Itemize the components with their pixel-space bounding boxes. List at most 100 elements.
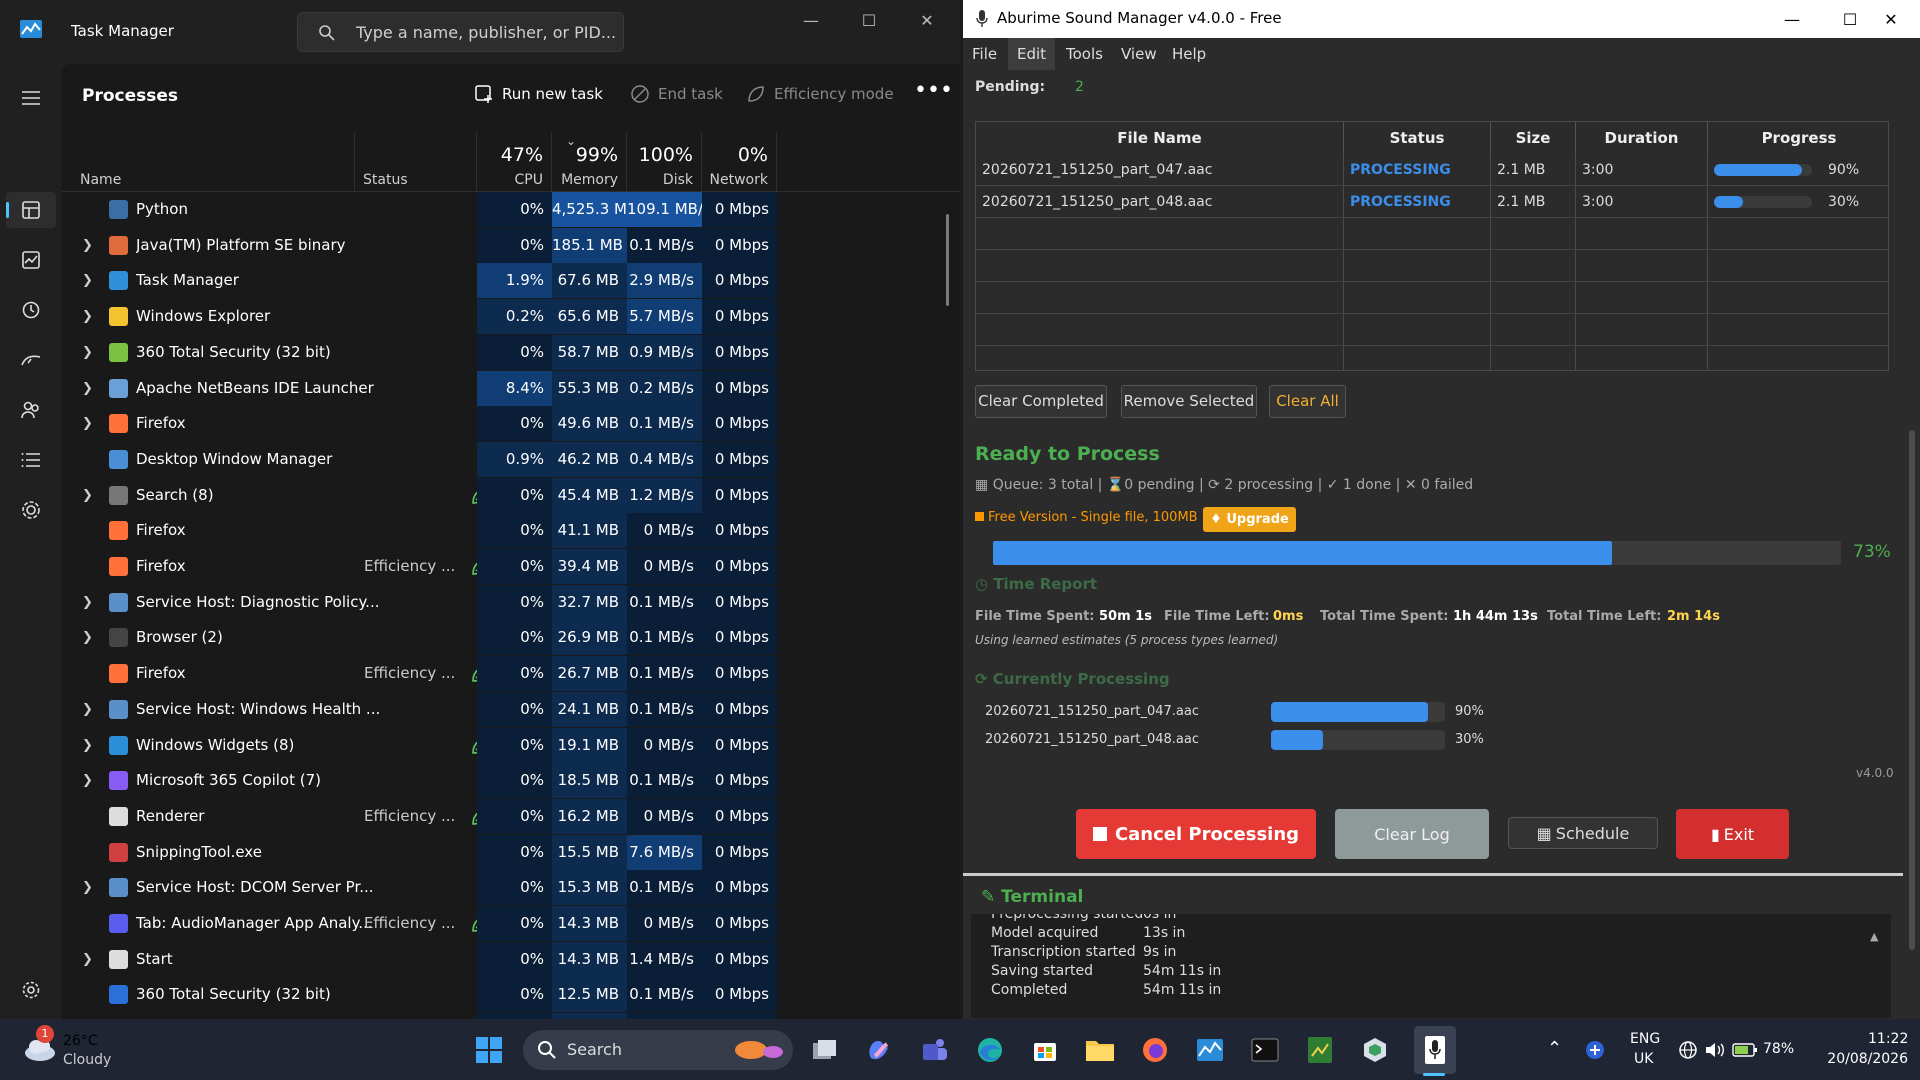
- process-row[interactable]: Renderer Efficiency ... 0% 16.2 MB 0 MB/s 0 M…: [62, 798, 942, 834]
- empty-cell[interactable]: [976, 250, 1344, 282]
- teams-icon[interactable]: [918, 1033, 952, 1067]
- processes-nav-icon[interactable]: [17, 196, 45, 224]
- th-progress[interactable]: Progress: [1708, 122, 1888, 154]
- hamburger-menu-icon[interactable]: [17, 84, 45, 112]
- task-view-icon[interactable]: [808, 1033, 842, 1067]
- more-options-button[interactable]: •••: [914, 78, 953, 103]
- clear-completed-button[interactable]: Clear Completed: [975, 385, 1107, 418]
- empty-cell[interactable]: [1491, 218, 1576, 250]
- process-row[interactable]: ❯ Firefox 0% 49.6 MB 0.1 MB/s 0 Mbps: [62, 406, 942, 442]
- empty-cell[interactable]: [976, 218, 1344, 250]
- tm-scrollbar[interactable]: [946, 214, 949, 306]
- expand-chevron-icon[interactable]: ❯: [82, 942, 96, 977]
- process-row[interactable]: ❯ Service Host: Windows Health ... 0% 24.1 …: [62, 691, 942, 727]
- col-network-header[interactable]: 0% Network: [702, 132, 777, 192]
- empty-cell[interactable]: [1576, 282, 1708, 314]
- empty-cell[interactable]: [1344, 346, 1491, 370]
- services-nav-icon[interactable]: [17, 496, 45, 524]
- process-row[interactable]: ❯ Browser (2) 0% 26.9 MB 0.1 MB/s 0 Mbps: [62, 620, 942, 656]
- process-row[interactable]: Python0%4,525.3 MB109.1 MB/s0 Mbps: [62, 192, 942, 227]
- tm-maximize-button[interactable]: ☐: [840, 0, 898, 40]
- cell-duration[interactable]: 3:00: [1576, 154, 1708, 186]
- expand-chevron-icon[interactable]: ❯: [82, 263, 96, 298]
- battery-percent[interactable]: 78%: [1763, 1041, 1794, 1057]
- clear-all-button[interactable]: Clear All: [1269, 385, 1346, 418]
- clock-date[interactable]: 20/08/2026: [1818, 1051, 1908, 1067]
- process-row[interactable]: Firefox Efficiency ... 0% 39.4 MB 0 MB/s 0 Mb…: [62, 549, 942, 584]
- tm-close-button[interactable]: ✕: [898, 0, 956, 40]
- end-task-button[interactable]: End task: [630, 84, 723, 104]
- empty-cell[interactable]: [1344, 314, 1491, 346]
- expand-chevron-icon[interactable]: ❯: [82, 692, 96, 727]
- process-row[interactable]: ❯ Search (8) 0% 45.4 MB 1.2 MB/s 0 Mbps: [62, 477, 942, 513]
- security-taskbar-icon[interactable]: [1358, 1033, 1392, 1067]
- clock-time[interactable]: 11:22: [1868, 1031, 1908, 1047]
- cell-status[interactable]: PROCESSING: [1344, 154, 1491, 186]
- startup-apps-nav-icon[interactable]: [17, 346, 45, 374]
- run-new-task-button[interactable]: Run new task: [474, 84, 603, 104]
- expand-chevron-icon[interactable]: ❯: [82, 406, 96, 441]
- cell-file-name[interactable]: 20260721_151250_part_047.aac: [976, 154, 1344, 186]
- language-region[interactable]: UK: [1634, 1051, 1653, 1067]
- expand-chevron-icon[interactable]: ❯: [82, 870, 96, 905]
- upgrade-button[interactable]: ♦ Upgrade: [1203, 507, 1296, 532]
- cell-file-name[interactable]: 20260721_151250_part_048.aac: [976, 186, 1344, 218]
- col-cpu-header[interactable]: 47% CPU: [477, 132, 552, 192]
- performance-nav-icon[interactable]: [17, 246, 45, 274]
- th-file-name[interactable]: File Name: [976, 122, 1344, 154]
- expand-chevron-icon[interactable]: ❯: [82, 478, 96, 513]
- empty-cell[interactable]: [1491, 282, 1576, 314]
- empty-cell[interactable]: [1708, 282, 1888, 314]
- process-row[interactable]: ❯ Service Host: Diagnostic Policy... 0% 32.…: [62, 584, 942, 620]
- empty-cell[interactable]: [1576, 314, 1708, 346]
- cell-progress[interactable]: 30%: [1708, 186, 1888, 218]
- start-windows-icon[interactable]: [472, 1033, 506, 1067]
- weather-temp[interactable]: 26°C: [63, 1033, 98, 1049]
- process-row[interactable]: 360 Total Security (32 bit) 0% 12.5 MB 0.1 …: [62, 977, 942, 1013]
- tm-titlebar[interactable]: Task Manager Type a name, publisher, or …: [0, 0, 960, 64]
- th-status[interactable]: Status: [1344, 122, 1491, 154]
- users-nav-icon[interactable]: [17, 396, 45, 424]
- col-status-header[interactable]: Status: [355, 132, 477, 192]
- process-row[interactable]: ❯ Task Manager 1.9% 67.6 MB 2.9 MB/s 0 Mbps: [62, 263, 942, 299]
- task-manager-taskbar-icon[interactable]: [1193, 1033, 1227, 1067]
- th-duration[interactable]: Duration: [1576, 122, 1708, 154]
- empty-cell[interactable]: [976, 282, 1344, 314]
- tm-search-input[interactable]: Type a name, publisher, or PID...: [297, 12, 624, 52]
- empty-cell[interactable]: [1708, 250, 1888, 282]
- process-row[interactable]: Firefox 0% 41.1 MB 0 MB/s 0 Mbps: [62, 513, 942, 549]
- volume-icon[interactable]: [1702, 1033, 1728, 1067]
- menu-help[interactable]: Help: [1163, 38, 1215, 70]
- process-row[interactable]: Tab: AudioManager App Analy... Efficiency…: [62, 906, 942, 941]
- expand-chevron-icon[interactable]: ❯: [82, 335, 96, 370]
- empty-cell[interactable]: [1491, 346, 1576, 370]
- taskbar-search-box[interactable]: Search: [523, 1030, 793, 1070]
- exit-button[interactable]: ▮ Exit: [1676, 809, 1789, 859]
- expand-chevron-icon[interactable]: ❯: [82, 371, 96, 406]
- store-icon[interactable]: [1028, 1033, 1062, 1067]
- process-row[interactable]: Firefox Efficiency ... 0% 26.7 MB 0.1 MB/s 0 …: [62, 656, 942, 692]
- th-size[interactable]: Size: [1491, 122, 1576, 154]
- schedule-button[interactable]: ▦ Schedule: [1508, 817, 1658, 849]
- empty-cell[interactable]: [1576, 218, 1708, 250]
- process-row[interactable]: ❯ Service Host: DCOM Server Pr... 0% 15.3 M…: [62, 870, 942, 906]
- sm-close-button[interactable]: ✕: [1862, 0, 1920, 38]
- menu-file[interactable]: File: [963, 38, 1006, 70]
- empty-cell[interactable]: [1491, 314, 1576, 346]
- expand-chevron-icon[interactable]: ❯: [82, 763, 96, 798]
- empty-cell[interactable]: [1576, 250, 1708, 282]
- process-row[interactable]: ❯ Windows Widgets (8) 0% 19.1 MB 0 MB/s 0 Mbp…: [62, 727, 942, 763]
- process-row[interactable]: ❯ 360 Total Security (32 bit) 0% 58.7 MB 0.9…: [62, 334, 942, 370]
- empty-cell[interactable]: [1344, 282, 1491, 314]
- microphone-taskbar-icon[interactable]: [1418, 1033, 1452, 1067]
- details-nav-icon[interactable]: [17, 446, 45, 474]
- cell-size[interactable]: 2.1 MB: [1491, 186, 1576, 218]
- cancel-processing-button[interactable]: Cancel Processing: [1076, 809, 1316, 859]
- copilot-icon[interactable]: [862, 1033, 896, 1067]
- expand-chevron-icon[interactable]: ❯: [82, 585, 96, 620]
- menu-tools[interactable]: Tools: [1057, 38, 1112, 70]
- process-row[interactable]: SnippingTool.exe 0% 15.5 MB 7.6 MB/s 0 Mbps: [62, 834, 942, 870]
- tray-app-icon[interactable]: [1583, 1033, 1607, 1067]
- empty-cell[interactable]: [1491, 250, 1576, 282]
- col-disk-header[interactable]: 100% Disk: [627, 132, 702, 192]
